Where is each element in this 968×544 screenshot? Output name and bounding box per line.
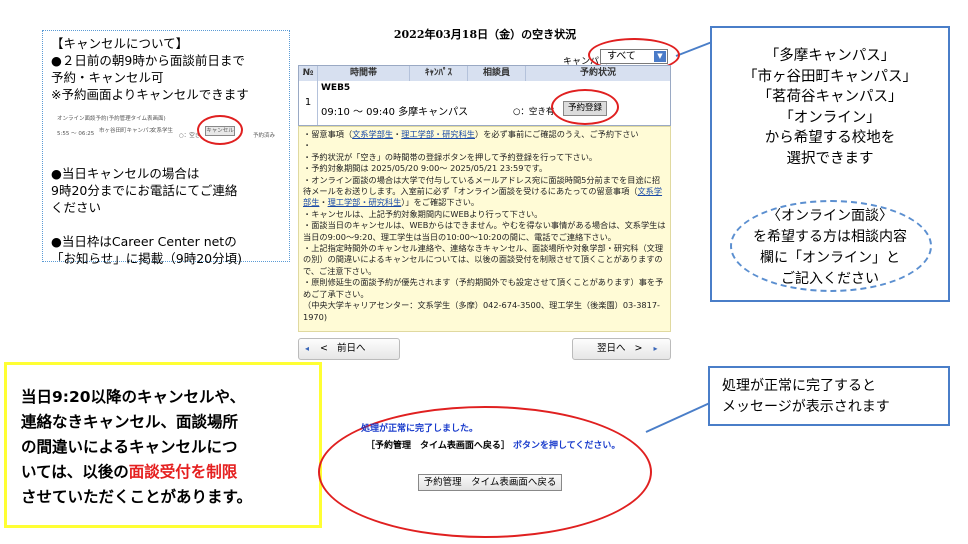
notice-line: ・予約対象期間は 2025/05/20 9:00〜 2025/05/21 23:… — [303, 163, 666, 174]
arrow-left-icon: < — [320, 343, 329, 354]
notice-text: ・ — [303, 140, 312, 151]
mini-reserved: 予約済み — [253, 133, 276, 139]
notice-text: ・予約状況が「空き」の時間帯の登録ボタンを押して予約登録を行って下さい。 — [303, 151, 598, 162]
cancel-note-line: 予約・キャンセル可 — [51, 70, 164, 85]
campus-callout-line: 選択できます — [786, 150, 874, 167]
notice-line: ・ — [303, 140, 666, 151]
campus-option-online: 「オンライン」 — [779, 109, 881, 126]
online-note: 〈オンライン面談〉 を希望する方は相談内容 欄に「オンライン」と ご記入ください — [712, 206, 948, 290]
notice-text: ・キャンセルは、上記予約対象期間内にWEBより行って下さい。 — [303, 208, 543, 219]
campus-option-tama: 「多摩キャンパス」 — [764, 48, 896, 64]
schedule-table: № 時間帯 ｷｬﾝﾊﾟｽ 相談員 予約状況 1 WEB5 09:10 〜 09:… — [298, 65, 671, 126]
campus-callout-pointer — [675, 41, 713, 57]
online-note-line: 欄に「オンライン」と — [760, 250, 900, 266]
next-day-label: 翌日へ — [597, 343, 626, 354]
row-time: 09:10 〜 09:40 多摩キャンパス — [321, 107, 469, 118]
prev-day-button[interactable]: ◂ < 前日へ — [298, 338, 400, 360]
campus-callout-line: から希望する校地を — [764, 130, 896, 146]
notice-text: ・留意事項（ — [303, 129, 353, 139]
notice-line: ・面談当日のキャンセルは、WEBからはできません。やむを得ない事情がある場合は、… — [303, 220, 666, 243]
completion-callout-line: メッセージが表示されます — [722, 399, 890, 415]
notice-text: ・予約対象期間は 2025/05/20 9:00〜 2025/05/21 23:… — [303, 163, 548, 174]
notice-line: （中央大学キャリアセンター：文系学生（多摩）042-674-3500、理工学生（… — [303, 300, 666, 323]
column-header-time: 時間帯 — [318, 66, 410, 81]
row-number: 1 — [299, 81, 318, 125]
notice-text: ・上記指定時間外のキャンセル連絡や、連絡なきキャンセル、面談場所や対象学部・研究… — [303, 243, 664, 276]
same-day-line: 9時20分までにお電話にてご連絡 — [51, 183, 238, 198]
column-header-status: 予約状況 — [579, 68, 616, 78]
notice-text: ・原則修延生の面談予約が優先されます（予約期間外でも設定させて頂くことがあります… — [303, 277, 664, 299]
notice-text: ）」をご確認下さい。 — [401, 197, 480, 208]
campus-callout: 「多摩キャンパス」 「市ヶ谷田町キャンパス」 「茗荷谷キャンパス」 「オンライン… — [710, 26, 950, 302]
completion-callout-line: 処理が正常に完了すると — [722, 378, 876, 394]
completion-instruction-tail: ボタンを押してください。 — [512, 441, 621, 451]
warning-highlight: 面談受付を制限 — [128, 463, 238, 481]
arrow-right-icon: > — [634, 343, 643, 354]
mini-campus: 市ヶ谷田町キャンパス — [99, 128, 155, 134]
completion-message: 処理が正常に完了しました。 — [361, 424, 479, 434]
online-note-line: 〈オンライン面談〉 — [767, 208, 893, 224]
cancel-note-heading: 【キャンセルについて】 — [51, 36, 189, 51]
completion-instruction: ［予約管理 タイム表画面へ戻る］ ボタンを押してください。 — [366, 438, 620, 451]
campus-callout-text: 「多摩キャンパス」 「市ヶ谷田町キャンパス」 「茗荷谷キャンパス」 「オンライン… — [712, 46, 948, 169]
mini-subject: 文系学生 — [151, 128, 174, 134]
notice-line: ・上記指定時間外のキャンセル連絡や、連絡なきキャンセル、面談場所や対象学部・研究… — [303, 243, 666, 277]
notice-line: ・キャンセルは、上記予約対象期間内にWEBより行って下さい。 — [303, 209, 666, 220]
chevron-left-icon: ◂ — [305, 344, 310, 353]
notice-line: ・留意事項（文系学部生・理工学部・研究科生）を必ず事前にご確認のうえ、ご予約下さ… — [303, 129, 666, 140]
notice-line: ・オンライン面談の場合は大学で付与しているメールアドレス宛に面談時間5分前までを… — [303, 175, 666, 209]
day-pager: ◂ < 前日へ 翌日へ > ▸ — [298, 338, 671, 360]
next-day-button[interactable]: 翌日へ > ▸ — [572, 338, 671, 360]
mini-screenshot: オンライン面談予約(予約管理タイム表画面) 5:55 〜 06:25 市ヶ谷田町… — [55, 111, 287, 153]
warning-line: 当日9:20以降のキャンセルや、 — [21, 388, 246, 406]
cancel-highlight-circle — [197, 115, 243, 145]
completion-callout: 処理が正常に完了すると メッセージが表示されます — [708, 366, 950, 426]
completion-instruction-bracket: ［予約管理 タイム表画面へ戻る］ — [366, 441, 510, 451]
column-header-no: № — [299, 66, 318, 81]
column-header-counselor: 相談員 — [468, 66, 526, 81]
mini-time: 5:55 〜 06:25 — [57, 131, 95, 137]
notice-box: ・留意事項（文系学部生・理工学部・研究科生）を必ず事前にご確認のうえ、ご予約下さ… — [298, 126, 671, 332]
warning-line: させていただくことがあります。 — [21, 488, 252, 506]
page-title: 2022年03月18日（金）の空き状況 — [393, 28, 577, 41]
online-note-line: を希望する方は相談内容 — [753, 229, 907, 245]
cancel-note-line: ※予約画面よりキャンセルできます — [51, 87, 249, 102]
notice-line: ・原則修延生の面談予約が優先されます（予約期間外でも設定させて頂くことがあります… — [303, 277, 666, 300]
notice-text: ・面談当日のキャンセルは、WEBからはできません。やむを得ない事情がある場合は、… — [303, 220, 666, 242]
warning-line: の間違いによるキャンセルにつ — [21, 438, 238, 456]
notice-text: ・オンライン面談の場合は大学で付与しているメールアドレス宛に面談時間5分前までを… — [303, 174, 661, 197]
completion-callout-pointer — [645, 401, 713, 433]
notice-line: ・予約状況が「空き」の時間帯の登録ボタンを押して予約登録を行って下さい。 — [303, 152, 666, 163]
prev-day-label: 前日へ — [337, 343, 366, 354]
warning-note: 当日9:20以降のキャンセルや、 連絡なきキャンセル、面談場所 の間違いによるキ… — [4, 362, 322, 528]
cancel-info-note: 【キャンセルについて】 ●２日前の朝9時から面談前日まで 予約・キャンセル可 ※… — [42, 30, 290, 266]
online-note-line: ご記入ください — [781, 271, 879, 287]
notice-text: ・ — [319, 197, 328, 208]
campus-option-ichigaya: 「市ヶ谷田町キャンパス」 — [743, 68, 917, 85]
warning-line: いては、以後の面談受付を制限 — [21, 460, 319, 485]
row-tag: WEB5 — [321, 83, 351, 93]
info-line: ●当日枠はCareer Center netの — [51, 234, 237, 249]
same-day-line: ●当日キャンセルの場合は — [51, 166, 200, 181]
notice-link[interactable]: 理工学部・研究科生 — [401, 129, 475, 139]
info-line: 「お知らせ」に掲載（9時20分頃) — [51, 251, 242, 266]
chevron-right-icon: ▸ — [653, 344, 658, 353]
warning-line: 連絡なきキャンセル、面談場所 — [21, 413, 239, 431]
cancel-note-line: ●２日前の朝9時から面談前日まで — [51, 53, 245, 68]
warning-line-text: いては、以後の — [21, 463, 129, 481]
campus-option-myogadani: 「茗荷谷キャンパス」 — [757, 89, 903, 105]
notice-link[interactable]: 文系学部生 — [352, 129, 393, 139]
table-row: 1 WEB5 09:10 〜 09:40 多摩キャンパス ○：空き有 予約登録 — [299, 81, 670, 125]
row-availability: ○：空き有 — [513, 107, 555, 117]
table-header: № 時間帯 ｷｬﾝﾊﾟｽ 相談員 予約状況 — [299, 66, 670, 81]
back-to-timetable-button[interactable]: 予約管理 タイム表画面へ戻る — [418, 474, 562, 491]
notice-link[interactable]: 理工学部・研究科生 — [328, 197, 402, 207]
reserve-highlight-circle — [551, 89, 619, 125]
same-day-line: ください — [51, 200, 102, 215]
notice-text: ）を必ず事前にご確認のうえ、ご予約下さい — [475, 129, 639, 139]
notice-text: （中央大学キャリアセンター：文系学生（多摩）042-674-3500、理工学生（… — [303, 300, 661, 322]
column-header-campus: ｷｬﾝﾊﾟｽ — [410, 66, 468, 81]
